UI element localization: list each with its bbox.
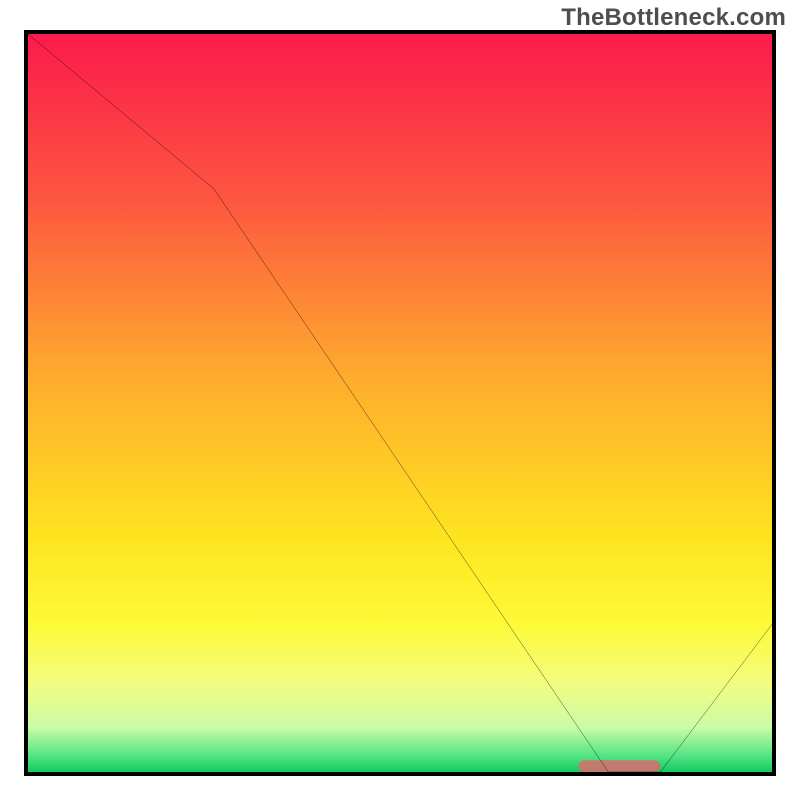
- chart-background: [28, 34, 772, 772]
- chart-container: TheBottleneck.com: [0, 0, 800, 800]
- optimal-range-marker: [579, 760, 661, 772]
- chart-svg: [28, 34, 772, 772]
- watermark-text: TheBottleneck.com: [561, 4, 786, 32]
- plot-area: [24, 30, 776, 776]
